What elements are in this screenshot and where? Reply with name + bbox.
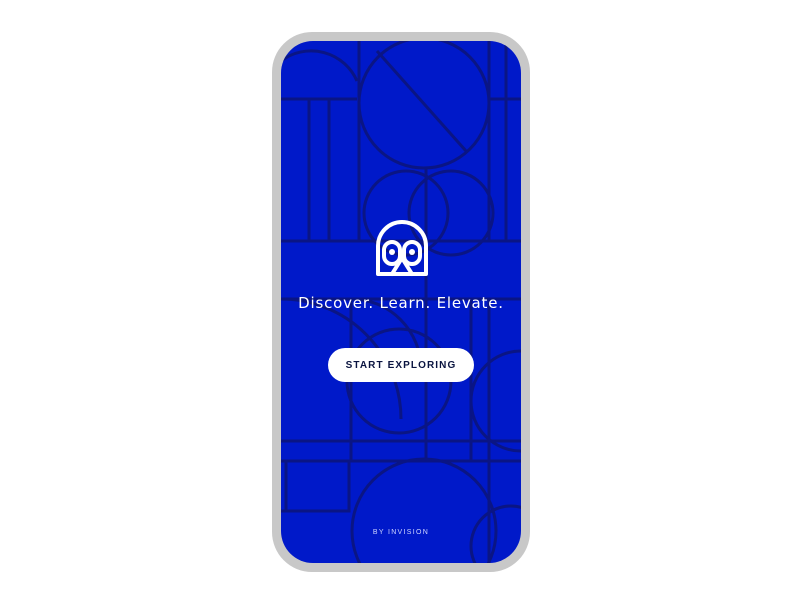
owl-logo-icon: [376, 220, 428, 276]
phone-frame: Discover. Learn. Elevate. START EXPLORIN…: [272, 32, 530, 572]
stage: Discover. Learn. Elevate. START EXPLORIN…: [0, 0, 800, 600]
start-exploring-button[interactable]: START EXPLORING: [328, 348, 474, 382]
tagline: Discover. Learn. Elevate.: [298, 294, 504, 312]
credit-label: BY INVISION: [372, 529, 430, 536]
splash-screen: Discover. Learn. Elevate. START EXPLORIN…: [281, 41, 521, 563]
